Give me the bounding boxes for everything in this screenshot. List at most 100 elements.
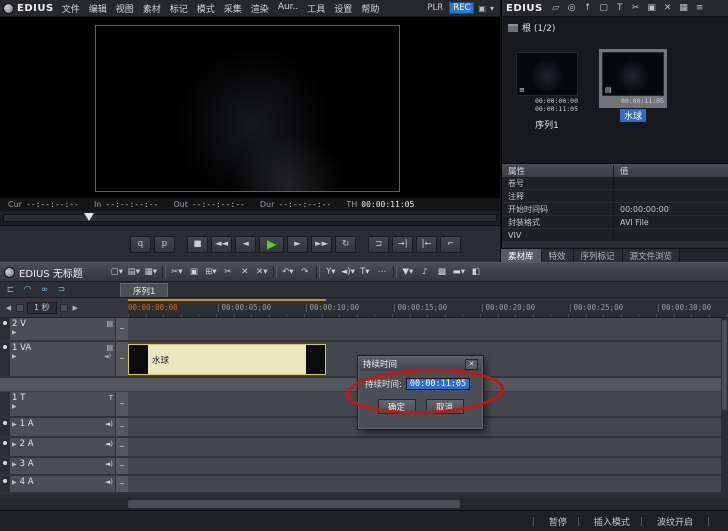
- scrollbar-thumb[interactable]: [722, 320, 727, 410]
- fast-forward-button[interactable]: ►►: [311, 236, 332, 253]
- loop-button[interactable]: ↻: [335, 236, 356, 253]
- bin-folder-row[interactable]: 根 (1/2): [502, 17, 728, 38]
- audio-track-icon[interactable]: ◄): [105, 440, 113, 448]
- new-folder-icon[interactable]: ▱: [549, 3, 563, 13]
- clip-thumbnail[interactable]: ▤: [602, 52, 664, 96]
- view-icon[interactable]: ▦: [677, 3, 691, 13]
- clip-thumbnail[interactable]: ≡: [516, 52, 578, 96]
- scrub-track[interactable]: [3, 214, 497, 222]
- bin-clip-sequence1[interactable]: ≡ 00:00:00:00 00:00:11:05 序列1: [510, 49, 584, 131]
- menu-item[interactable]: 设置: [334, 2, 352, 15]
- expand-track-icon[interactable]: ▶: [12, 353, 17, 361]
- track-header-4a[interactable]: ▶4 A◄) ~: [0, 476, 128, 494]
- bin-tab[interactable]: 源文件浏览: [623, 249, 681, 262]
- bin-clip-shuiqiu[interactable]: ▤ 00:00:11:05 水球: [596, 49, 670, 122]
- bin-tab[interactable]: 特效: [542, 249, 574, 262]
- undo-icon[interactable]: ↶▾: [280, 265, 296, 280]
- expand-track-icon[interactable]: ▶: [12, 403, 17, 410]
- paste-icon[interactable]: ⊞▾: [203, 265, 219, 280]
- bin-tab[interactable]: 素材库: [501, 249, 542, 262]
- track-header-1a[interactable]: ▶1 A◄) ~: [0, 418, 128, 438]
- cut-icon[interactable]: ✂▾: [169, 265, 185, 280]
- rec-button[interactable]: REC: [449, 2, 474, 14]
- play-button[interactable]: ▶: [259, 236, 284, 253]
- sync-lock-icon[interactable]: ~: [115, 342, 128, 376]
- sync-lock-icon[interactable]: ~: [115, 392, 128, 416]
- bin-tab[interactable]: 序列标记: [574, 249, 623, 262]
- capture-icon[interactable]: ▢: [597, 3, 611, 13]
- toolbar-separator[interactable]: [162, 266, 166, 278]
- list-icon[interactable]: ≡: [693, 3, 707, 13]
- menu-item[interactable]: 视图: [116, 2, 134, 15]
- toolbar-separator[interactable]: [393, 266, 397, 278]
- add-transition-icon[interactable]: Y▾: [323, 265, 339, 280]
- scrollbar-thumb[interactable]: [128, 500, 460, 508]
- audio-track-icon[interactable]: ◄): [104, 353, 111, 361]
- more-icon[interactable]: ⋯: [374, 265, 390, 280]
- up-folder-icon[interactable]: ↑: [581, 3, 595, 13]
- display-mode-button[interactable]: ⊐: [368, 236, 389, 253]
- zoom-value[interactable]: 1 秒: [27, 302, 57, 314]
- clip-in-handle[interactable]: [129, 345, 148, 374]
- new-sequence-icon[interactable]: ▢▾: [109, 265, 125, 280]
- layout-icon[interactable]: ◧: [468, 265, 484, 280]
- track-enable-indicator[interactable]: [0, 318, 10, 340]
- set-out-button[interactable]: p: [154, 236, 175, 253]
- menu-item[interactable]: 渲染: [251, 2, 269, 15]
- audio-track-icon[interactable]: ◄): [105, 420, 113, 428]
- audio-track-icon[interactable]: ◄): [105, 478, 113, 486]
- sync-lock-icon[interactable]: ~: [115, 476, 128, 492]
- expand-track-icon[interactable]: ▶: [12, 329, 17, 336]
- track-enable-indicator[interactable]: [0, 418, 10, 436]
- clip-out-handle[interactable]: [306, 345, 325, 374]
- track-4a-content[interactable]: [128, 476, 728, 494]
- menu-item[interactable]: 模式: [197, 2, 215, 15]
- audio-track-icon[interactable]: ◄): [105, 460, 113, 468]
- timeline-ruler[interactable]: 00:00:00;0000:00:05;0000:00:10;0000:00:1…: [128, 298, 728, 318]
- horizontal-scrollbar[interactable]: [0, 498, 728, 510]
- search-icon[interactable]: ◎: [565, 3, 579, 13]
- menu-item[interactable]: 工具: [307, 2, 325, 15]
- zoom-in-icon[interactable]: ▶: [71, 304, 80, 312]
- delete-icon[interactable]: ✕: [661, 3, 675, 13]
- duration-input[interactable]: 00:00:11:05: [406, 378, 470, 390]
- sync-lock-icon[interactable]: ~: [115, 438, 128, 456]
- overwrite-mode-icon[interactable]: ◠: [21, 285, 34, 295]
- menu-item[interactable]: Aur..: [278, 2, 298, 15]
- ripple-delete-icon[interactable]: ✕▾: [254, 265, 270, 280]
- track-enable-indicator[interactable]: [0, 342, 10, 376]
- track-header-2a[interactable]: ▶2 A◄) ~: [0, 438, 128, 458]
- copy-icon[interactable]: ▣: [186, 265, 202, 280]
- sync-lock-icon[interactable]: ~: [115, 458, 128, 474]
- toolbar-separator[interactable]: [316, 266, 320, 278]
- zoom-out-icon[interactable]: ◀: [4, 304, 13, 312]
- track-header-1t[interactable]: 1 TT ▶ ~: [0, 392, 128, 418]
- ripple-mode-icon[interactable]: ⊃: [55, 285, 68, 295]
- track-enable-indicator[interactable]: [0, 458, 10, 474]
- ripple-cut-icon[interactable]: ✂: [220, 265, 236, 280]
- expand-track-icon[interactable]: ▶: [12, 461, 17, 468]
- goto-out-button[interactable]: |←: [416, 236, 437, 253]
- cut-icon[interactable]: ✂: [629, 3, 643, 13]
- menu-item[interactable]: 文件: [62, 2, 80, 15]
- layout-icon[interactable]: ▣: [478, 4, 486, 13]
- track-header-1va[interactable]: 1 VA▤ ▶◄) ~: [0, 342, 128, 378]
- video-track-icon[interactable]: ▤: [106, 344, 113, 352]
- track-enable-indicator[interactable]: [0, 476, 10, 492]
- next-frame-button[interactable]: ►: [287, 236, 308, 253]
- ok-button[interactable]: 确定: [378, 399, 416, 414]
- position-bar[interactable]: [0, 211, 500, 226]
- save-icon[interactable]: ▦▾: [143, 265, 159, 280]
- vertical-scrollbar[interactable]: [721, 318, 728, 494]
- delete-icon[interactable]: ✕: [237, 265, 253, 280]
- track-2a-content[interactable]: [128, 438, 728, 458]
- sync-lock-icon[interactable]: ~: [115, 418, 128, 436]
- expand-track-icon[interactable]: ▶: [12, 441, 17, 448]
- insert-mode-icon[interactable]: ⊏: [4, 285, 17, 295]
- dialog-titlebar[interactable]: 持续时间 ✕: [359, 357, 482, 371]
- track-header-2v[interactable]: 2 V▤ ▶ ~: [0, 318, 128, 342]
- track-enable-indicator[interactable]: [0, 438, 10, 456]
- video-track-icon[interactable]: ▤: [106, 320, 113, 328]
- track-3a-content[interactable]: [128, 458, 728, 476]
- set-in-button[interactable]: q: [130, 236, 151, 253]
